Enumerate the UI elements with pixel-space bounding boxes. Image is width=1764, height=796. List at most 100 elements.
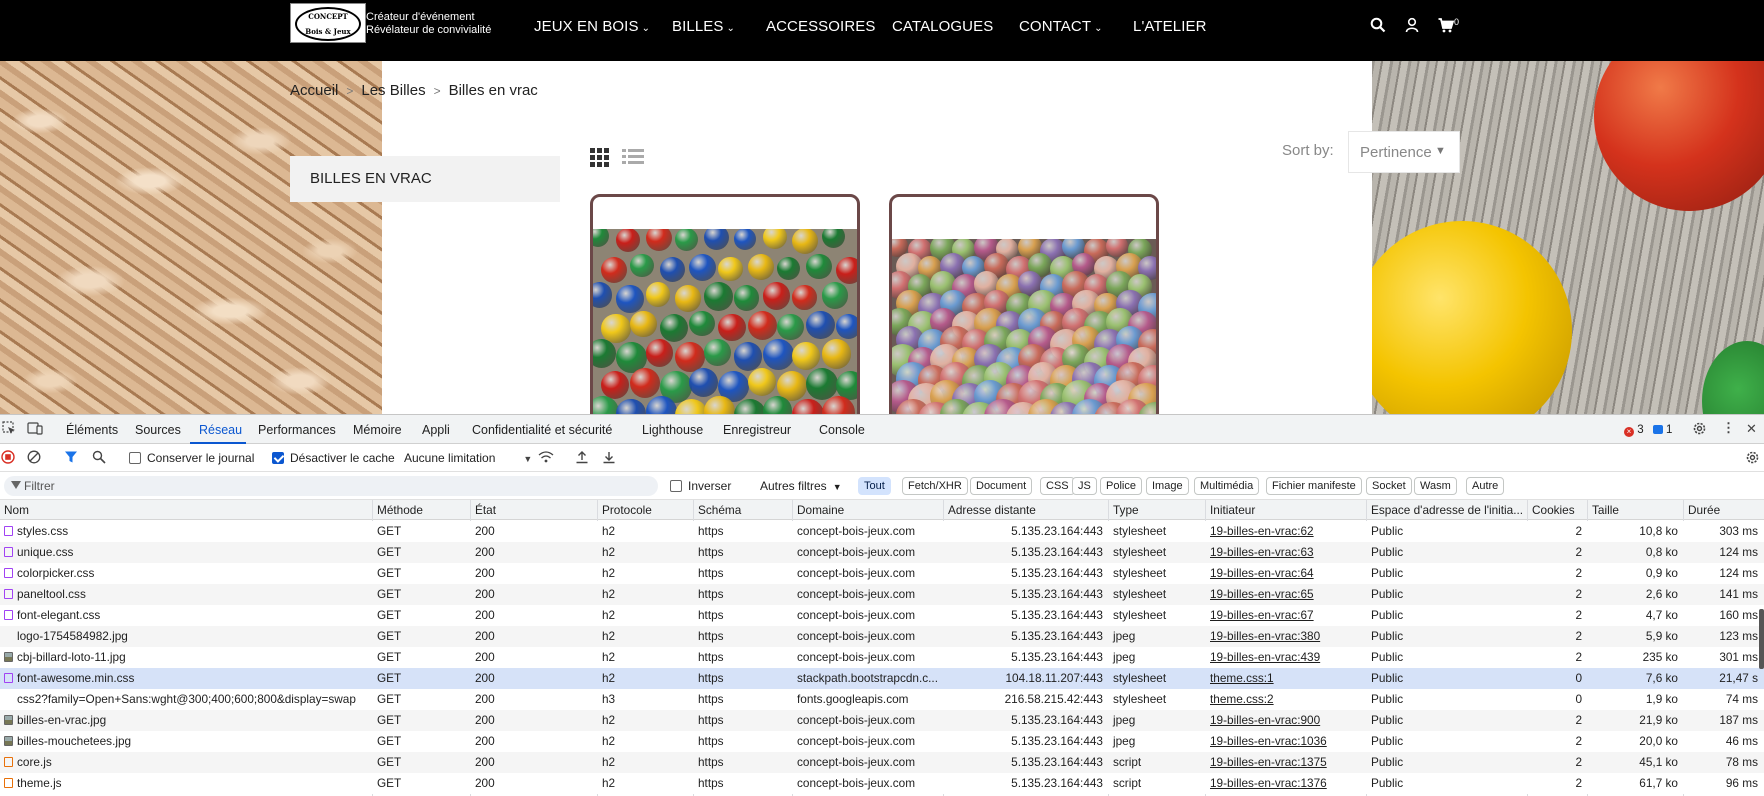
tab-memory[interactable]: Mémoire: [353, 423, 402, 437]
table-row[interactable]: cbj-billard-loto-11.jpg GET 200 h2 https conc…: [0, 647, 1764, 668]
site-logo[interactable]: CONCEPT Bois & Jeux: [290, 3, 366, 43]
cell-initiator[interactable]: theme.css:2: [1206, 689, 1367, 710]
record-stop-icon[interactable]: [1, 450, 15, 467]
column-header-status[interactable]: État: [471, 500, 598, 520]
filter-chip-multim-dia[interactable]: Multimédia: [1194, 477, 1260, 495]
product-card-billes-en-vrac[interactable]: [590, 194, 860, 414]
filter-chip-css[interactable]: CSS: [1040, 477, 1075, 495]
filter-chip-wasm[interactable]: Wasm: [1414, 477, 1457, 495]
nav-jeux-en-bois[interactable]: JEUX EN BOIS ⌄: [534, 18, 650, 35]
initiator-value[interactable]: 19-billes-en-vrac:63: [1210, 545, 1314, 559]
table-row[interactable]: unique.css GET 200 h2 https concept-bois-jeux…: [0, 542, 1764, 563]
product-card-billes-mouchetees[interactable]: [889, 194, 1159, 414]
cell-initiator[interactable]: theme.css:1: [1206, 668, 1367, 689]
issues-badge[interactable]: × 3 1: [1624, 424, 1672, 437]
initiator-value[interactable]: 19-billes-en-vrac:67: [1210, 608, 1314, 622]
tab-elements[interactable]: Éléments: [66, 423, 118, 437]
table-row[interactable]: paneltool.css GET 200 h2 https concept-bois-j…: [0, 584, 1764, 605]
cell-initiator[interactable]: 19-billes-en-vrac:439: [1206, 647, 1367, 668]
column-header-time[interactable]: Durée: [1684, 500, 1764, 520]
tab-lighthouse[interactable]: Lighthouse: [642, 423, 703, 437]
column-header-name[interactable]: Nom: [0, 500, 373, 520]
filter-chip-autre[interactable]: Autre: [1466, 477, 1505, 495]
search-icon[interactable]: [92, 450, 106, 467]
user-icon[interactable]: [1405, 17, 1419, 38]
import-har-icon[interactable]: [575, 450, 589, 467]
cell-initiator[interactable]: 19-billes-en-vrac:1376: [1206, 773, 1367, 794]
filter-chip-socket[interactable]: Socket: [1366, 477, 1412, 495]
sort-select[interactable]: Pertinence ▼: [1348, 131, 1460, 173]
column-header-domain[interactable]: Domaine: [793, 500, 944, 520]
initiator-value[interactable]: 19-billes-en-vrac:380: [1210, 629, 1320, 643]
initiator-value[interactable]: 19-billes-en-vrac:900: [1210, 713, 1320, 727]
initiator-value[interactable]: theme.css:2: [1210, 692, 1274, 706]
inspect-element-icon[interactable]: [2, 421, 16, 438]
table-row[interactable]: logo-1754584982.jpg GET 200 h2 https concept-…: [0, 626, 1764, 647]
cell-initiator[interactable]: 19-billes-en-vrac:900: [1206, 710, 1367, 731]
nav-accessoires[interactable]: ACCESSOIRES: [766, 18, 875, 35]
column-header-cookies[interactable]: Cookies: [1528, 500, 1588, 520]
column-header-type[interactable]: Type: [1109, 500, 1206, 520]
column-header-protocol[interactable]: Protocole: [598, 500, 694, 520]
table-row[interactable]: font-elegant.css GET 200 h2 https concept-boi…: [0, 605, 1764, 626]
filter-chip-tout[interactable]: Tout: [858, 477, 891, 495]
table-row[interactable]: font-awesome.min.css GET 200 h2 https stackpa…: [0, 668, 1764, 689]
nav-billes[interactable]: BILLES ⌄: [672, 18, 735, 35]
column-header-method[interactable]: Méthode: [373, 500, 471, 520]
product-image[interactable]: [593, 229, 857, 414]
filter-icon[interactable]: [64, 450, 78, 467]
table-row[interactable]: css2?family=Open+Sans:wght@300;400;600;8…: [0, 689, 1764, 710]
filter-chip-image[interactable]: Image: [1146, 477, 1189, 495]
list-view-icon[interactable]: [622, 148, 644, 166]
throttling-select[interactable]: Aucune limitation ▼: [404, 451, 532, 465]
filter-chip-fichier-manifeste[interactable]: Fichier manifeste: [1266, 477, 1362, 495]
breadcrumb-billes[interactable]: Les Billes: [361, 82, 425, 99]
filter-chip-police[interactable]: Police: [1100, 477, 1142, 495]
initiator-value[interactable]: 19-billes-en-vrac:1376: [1210, 776, 1327, 790]
disable-cache-checkbox[interactable]: Désactiver le cache: [272, 451, 395, 465]
nav-contact[interactable]: CONTACT ⌄: [1019, 18, 1103, 35]
initiator-value[interactable]: theme.css:1: [1210, 671, 1274, 685]
cell-initiator[interactable]: 19-billes-en-vrac:65: [1206, 584, 1367, 605]
nav-catalogues[interactable]: CATALOGUES: [892, 18, 993, 35]
filter-chip-fetch-xhr[interactable]: Fetch/XHR: [902, 477, 968, 495]
initiator-value[interactable]: 19-billes-en-vrac:439: [1210, 650, 1320, 664]
tab-sources[interactable]: Sources: [135, 423, 181, 437]
tab-network[interactable]: Réseau: [199, 423, 242, 437]
table-row[interactable]: billes-en-vrac.jpg GET 200 h2 https concept-b…: [0, 710, 1764, 731]
breadcrumb-home[interactable]: Accueil: [290, 82, 338, 99]
close-icon[interactable]: ✕: [1746, 421, 1757, 437]
filter-input[interactable]: Filtrer: [4, 476, 658, 496]
initiator-value[interactable]: 19-billes-en-vrac:62: [1210, 524, 1314, 538]
cell-initiator[interactable]: 19-billes-en-vrac:380: [1206, 626, 1367, 647]
table-row[interactable]: styles.css GET 200 h2 https concept-bois-jeux…: [0, 521, 1764, 542]
column-header-size[interactable]: Taille: [1588, 500, 1684, 520]
cell-initiator[interactable]: 19-billes-en-vrac:62: [1206, 521, 1367, 542]
grid-view-icon[interactable]: [590, 148, 610, 167]
nav-atelier[interactable]: L'ATELIER: [1133, 18, 1207, 35]
export-har-icon[interactable]: [602, 450, 616, 467]
network-conditions-icon[interactable]: [538, 450, 554, 467]
product-image[interactable]: [892, 239, 1156, 414]
table-row[interactable]: core.js GET 200 h2 https concept-bois-jeux.co…: [0, 752, 1764, 773]
settings-gear-icon[interactable]: [1692, 421, 1707, 439]
table-row[interactable]: colorpicker.css GET 200 h2 https concept-bois…: [0, 563, 1764, 584]
tab-recorder[interactable]: Enregistreur: [723, 423, 791, 437]
initiator-value[interactable]: 19-billes-en-vrac:1036: [1210, 734, 1327, 748]
search-icon[interactable]: [1370, 17, 1386, 38]
more-options-icon[interactable]: ⋮: [1722, 420, 1735, 436]
filter-chip-document[interactable]: Document: [970, 477, 1033, 495]
cell-initiator[interactable]: 19-billes-en-vrac:1036: [1206, 731, 1367, 752]
column-header-scheme[interactable]: Schéma: [694, 500, 793, 520]
table-row[interactable]: billes-mouchetees.jpg GET 200 h2 https concep…: [0, 731, 1764, 752]
preserve-log-checkbox[interactable]: Conserver le journal: [129, 451, 254, 465]
cell-initiator[interactable]: 19-billes-en-vrac:67: [1206, 605, 1367, 626]
cell-initiator[interactable]: 19-billes-en-vrac:64: [1206, 563, 1367, 584]
column-header-space[interactable]: Espace d'adresse de l'initia...: [1367, 500, 1528, 520]
initiator-value[interactable]: 19-billes-en-vrac:1375: [1210, 755, 1327, 769]
device-toolbar-icon[interactable]: [27, 422, 43, 438]
clear-icon[interactable]: [27, 450, 41, 467]
tab-privacy-security[interactable]: Confidentialité et sécurité: [472, 423, 612, 437]
column-header-initiator[interactable]: Initiateur: [1206, 500, 1367, 520]
initiator-value[interactable]: 19-billes-en-vrac:65: [1210, 587, 1314, 601]
